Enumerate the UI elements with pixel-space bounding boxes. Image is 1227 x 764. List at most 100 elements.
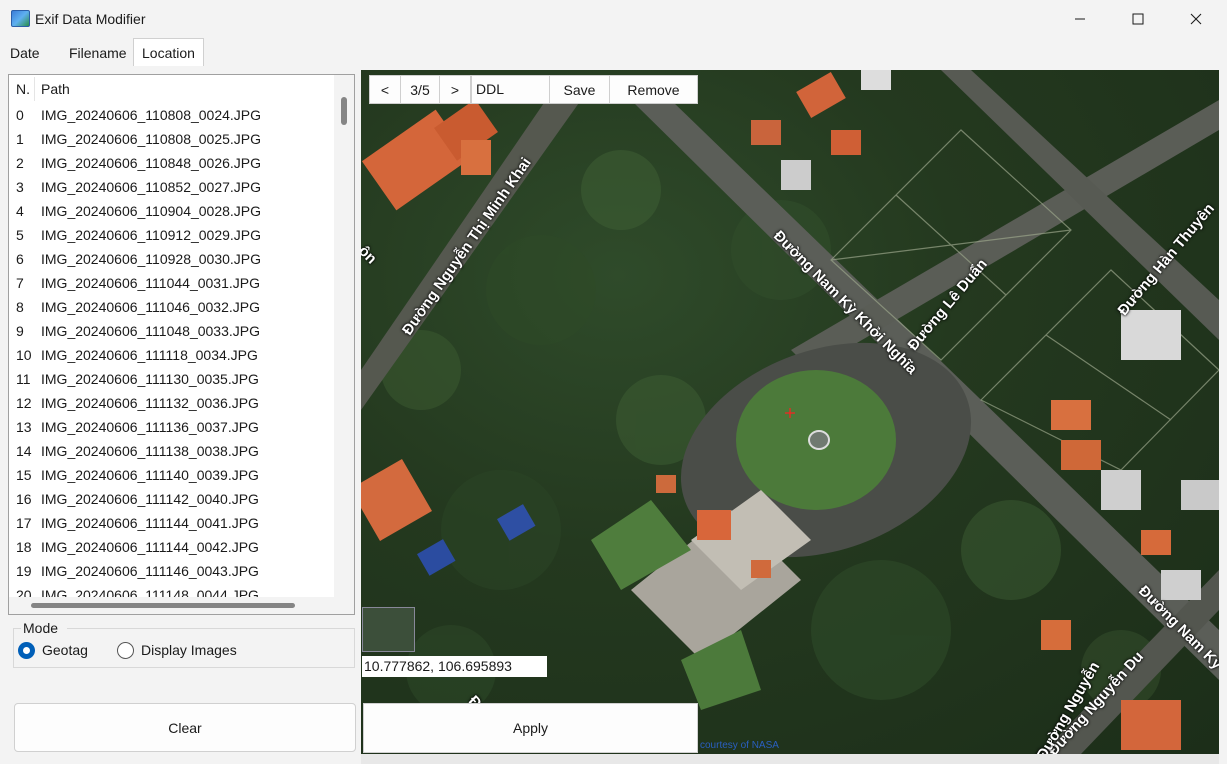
row-number: 8 [16,299,24,315]
clear-button[interactable]: Clear [14,703,356,752]
close-icon[interactable] [1167,0,1225,38]
column-divider[interactable] [34,77,35,101]
row-path: IMG_20240606_111130_0035.JPG [41,371,259,387]
table-row[interactable]: 2 IMG_20240606_110848_0026.JPG [9,151,334,175]
geotag-radio[interactable] [18,642,35,659]
list-rows: 0 IMG_20240606_110808_0024.JPG 1 IMG_202406… [9,103,334,607]
tab-location[interactable]: Location [133,38,204,66]
row-path: IMG_20240606_111144_0041.JPG [41,515,259,531]
table-row[interactable]: 17 IMG_20240606_111144_0041.JPG [9,511,334,535]
geotag-label[interactable]: Geotag [42,642,88,658]
row-path: IMG_20240606_111132_0036.JPG [41,395,259,411]
next-button[interactable]: > [439,75,471,104]
file-list[interactable]: N. Path 0 IMG_20240606_110808_0024.JPG 1 IM… [8,74,355,615]
minimize-icon[interactable] [1051,0,1109,38]
row-path: IMG_20240606_111136_0037.JPG [41,419,259,435]
table-row[interactable]: 13 IMG_20240606_111136_0037.JPG [9,415,334,439]
previous-button[interactable]: < [369,75,401,104]
row-path: IMG_20240606_111118_0034.JPG [41,347,258,363]
row-path: IMG_20240606_110912_0029.JPG [41,227,262,243]
coordinates-field[interactable]: 10.777862, 106.695893 [362,656,547,677]
row-number: 4 [16,203,24,219]
row-number: 3 [16,179,24,195]
display-images-radio[interactable] [117,642,134,659]
title-bar: Exif Data Modifier [0,0,1227,38]
row-number: 2 [16,155,24,171]
row-number: 5 [16,227,24,243]
row-path: IMG_20240606_111146_0043.JPG [41,563,259,579]
row-number: 10 [16,347,32,363]
save-button[interactable]: Save [549,75,610,104]
row-number: 19 [16,563,32,579]
divider [13,628,21,629]
vertical-scrollbar[interactable] [334,75,354,597]
row-path: IMG_20240606_111140_0039.JPG [41,467,259,483]
row-path: IMG_20240606_110848_0026.JPG [41,155,262,171]
table-row[interactable]: 1 IMG_20240606_110808_0025.JPG [9,127,334,151]
table-row[interactable]: 9 IMG_20240606_111048_0033.JPG [9,319,334,343]
row-number: 6 [16,251,24,267]
row-number: 15 [16,467,32,483]
row-path: IMG_20240606_111144_0042.JPG [41,539,259,555]
satellite-map[interactable]: Đường Nguyễn Thị Minh Khai Đường Nam Kỳ … [361,70,1219,754]
divider [67,628,355,629]
row-number: 7 [16,275,24,291]
row-number: 11 [16,371,31,387]
row-number: 1 [16,131,24,147]
mode-legend: Mode [23,620,59,636]
window-title: Exif Data Modifier [35,11,146,27]
map-bottom-strip [361,754,1219,764]
scroll-thumb[interactable] [31,603,295,608]
row-number: 9 [16,323,24,339]
table-row[interactable]: 6 IMG_20240606_110928_0030.JPG [9,247,334,271]
row-number: 13 [16,419,32,435]
row-path: IMG_20240606_111044_0031.JPG [41,275,260,291]
row-number: 17 [16,515,32,531]
table-row[interactable]: 19 IMG_20240606_111146_0043.JPG [9,559,334,583]
table-row[interactable]: 16 IMG_20240606_111142_0040.JPG [9,487,334,511]
format-field[interactable]: DDL [471,75,550,104]
column-header-number[interactable]: N. [16,81,30,97]
row-number: 16 [16,491,32,507]
maximize-icon[interactable] [1109,0,1167,38]
display-images-label[interactable]: Display Images [141,642,237,658]
map-attribution[interactable]: courtesy of NASA [700,740,779,751]
table-row[interactable]: 4 IMG_20240606_110904_0028.JPG [9,199,334,223]
column-header-path[interactable]: Path [41,81,70,97]
horizontal-scrollbar[interactable] [9,597,354,614]
row-number: 0 [16,107,24,123]
row-path: IMG_20240606_110808_0024.JPG [41,107,262,123]
apply-button[interactable]: Apply [363,703,698,753]
table-row[interactable]: 12 IMG_20240606_111132_0036.JPG [9,391,334,415]
row-number: 18 [16,539,32,555]
map-imagery [361,70,1219,754]
tab-filename[interactable]: Filename [61,40,135,66]
table-row[interactable]: 3 IMG_20240606_110852_0027.JPG [9,175,334,199]
table-row[interactable]: 5 IMG_20240606_110912_0029.JPG [9,223,334,247]
table-row[interactable]: 11 IMG_20240606_111130_0035.JPG [9,367,334,391]
row-path: IMG_20240606_110928_0030.JPG [41,251,262,267]
remove-button[interactable]: Remove [609,75,698,104]
list-header: N. Path [9,75,334,103]
row-number: 12 [16,395,32,411]
table-row[interactable]: 15 IMG_20240606_111140_0039.JPG [9,463,334,487]
table-row[interactable]: 18 IMG_20240606_111144_0042.JPG [9,535,334,559]
row-path: IMG_20240606_110852_0027.JPG [41,179,262,195]
minimap[interactable] [362,607,415,652]
table-row[interactable]: 0 IMG_20240606_110808_0024.JPG [9,103,334,127]
row-path: IMG_20240606_111048_0033.JPG [41,323,260,339]
row-path: IMG_20240606_111142_0040.JPG [41,491,259,507]
tab-bar: Date Filename Location [0,38,1227,66]
table-row[interactable]: 7 IMG_20240606_111044_0031.JPG [9,271,334,295]
row-path: IMG_20240606_111046_0032.JPG [41,299,260,315]
page-indicator: 3/5 [401,75,439,104]
table-row[interactable]: 14 IMG_20240606_111138_0038.JPG [9,439,334,463]
tab-date[interactable]: Date [2,40,48,66]
table-row[interactable]: 10 IMG_20240606_111118_0034.JPG [9,343,334,367]
photo-icon [11,10,30,27]
row-number: 14 [16,443,32,459]
scroll-thumb[interactable] [341,97,347,125]
row-path: IMG_20240606_110808_0025.JPG [41,131,262,147]
table-row[interactable]: 8 IMG_20240606_111046_0032.JPG [9,295,334,319]
row-path: IMG_20240606_110904_0028.JPG [41,203,262,219]
